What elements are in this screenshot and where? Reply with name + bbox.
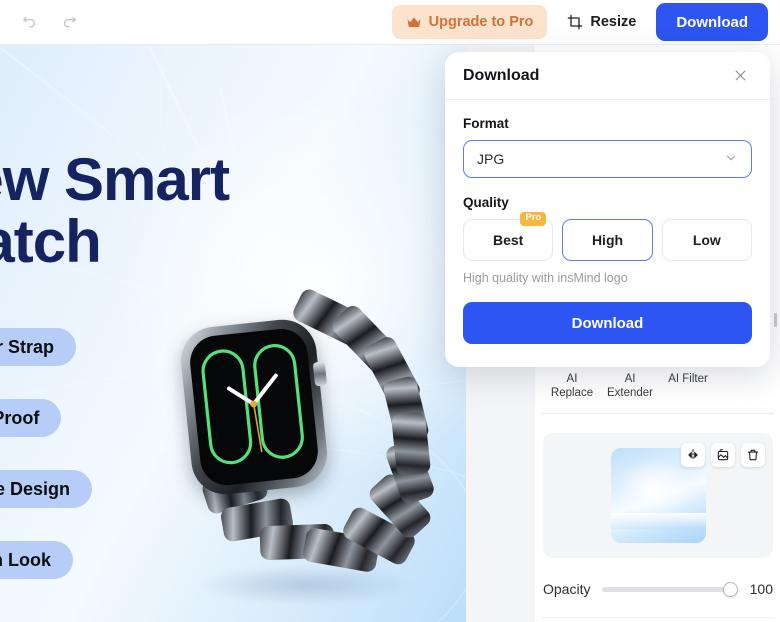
opacity-value: 100 xyxy=(749,581,773,597)
feature-pill-durable-design[interactable]: Durable Design xyxy=(0,470,93,508)
feature-pill-label: Durable Design xyxy=(0,478,71,499)
flip-horizontal-button[interactable] xyxy=(681,443,705,467)
pro-badge: Pro xyxy=(520,212,547,226)
redo-arrow-icon xyxy=(63,16,76,27)
close-modal-button[interactable] xyxy=(728,64,752,88)
watch-shadow xyxy=(196,565,416,605)
close-x-icon xyxy=(735,70,745,81)
image-thumbnail-card xyxy=(543,433,773,558)
toolbar-actions: Upgrade to Pro Resize Download xyxy=(391,3,780,41)
format-label: Format xyxy=(463,116,509,131)
download-modal-title: Download xyxy=(463,66,540,84)
quality-option-high[interactable]: High xyxy=(562,219,653,261)
ai-filter-label: AI Filter xyxy=(668,373,708,385)
download-modal: Download Format JPG Quality Pro Best Hig… xyxy=(445,52,770,367)
feature-pill-leather-strap[interactable]: Leather Strap xyxy=(0,328,77,366)
resize-button[interactable]: Resize xyxy=(557,5,646,39)
opacity-control: Opacity 100 xyxy=(543,575,773,603)
thumbnail-horizon xyxy=(610,513,706,529)
ai-replace-label: AI Replace xyxy=(550,373,594,400)
quality-option-label: Low xyxy=(692,232,721,248)
app-root: Upgrade to Pro Resize Download w Smart t… xyxy=(0,0,780,622)
format-select-value: JPG xyxy=(477,151,505,167)
replace-image-icon xyxy=(717,449,729,461)
delete-trash-icon xyxy=(747,449,759,461)
download-button-toolbar[interactable]: Download xyxy=(656,3,768,41)
quality-option-label: Best xyxy=(492,232,524,248)
delete-image-button[interactable] xyxy=(741,443,765,467)
feature-pill-label: Leather Strap xyxy=(0,336,55,357)
watch-screen xyxy=(187,326,321,488)
opacity-slider-knob[interactable] xyxy=(723,581,738,597)
replace-image-button[interactable] xyxy=(711,443,735,467)
download-button-label: Download xyxy=(676,13,748,31)
history-controls xyxy=(0,9,82,35)
download-modal-header: Download xyxy=(445,52,770,100)
opacity-slider[interactable] xyxy=(602,581,738,597)
thumbnail-actions xyxy=(681,443,765,467)
quality-label: Quality xyxy=(463,195,509,210)
watch-case xyxy=(177,316,331,498)
panel-divider-bottom xyxy=(541,617,774,618)
quality-option-best[interactable]: Pro Best xyxy=(463,212,554,261)
download-modal-body: Format JPG Quality Pro Best High Low Hig… xyxy=(445,100,770,344)
feature-pill-label: Water Proof xyxy=(0,407,40,428)
panel-divider xyxy=(541,413,774,414)
feature-pill-label: Modern Look xyxy=(0,549,51,570)
resize-label: Resize xyxy=(590,14,637,30)
format-select[interactable]: JPG xyxy=(463,140,752,178)
feature-pill-water-proof[interactable]: Water Proof xyxy=(0,399,62,437)
undo-button[interactable] xyxy=(16,9,42,35)
opacity-label: Opacity xyxy=(543,581,591,597)
watch-face-digits xyxy=(201,344,304,465)
headline-line-1: New Smart xyxy=(0,146,230,213)
crown-icon xyxy=(407,16,421,27)
panel-scrollbar[interactable] xyxy=(774,313,777,327)
redo-button[interactable] xyxy=(56,9,82,35)
watch-crown xyxy=(312,361,328,387)
ai-extender-label: AI Extender xyxy=(606,373,654,400)
undo-arrow-icon xyxy=(22,16,35,27)
top-toolbar: Upgrade to Pro Resize Download xyxy=(0,0,780,45)
chevron-down-icon xyxy=(724,151,738,168)
modal-download-label: Download xyxy=(571,314,644,332)
feature-pill-modern-look[interactable]: Modern Look xyxy=(0,541,73,579)
upgrade-to-pro-button[interactable]: Upgrade to Pro xyxy=(391,5,548,39)
upgrade-to-pro-label: Upgrade to Pro xyxy=(428,14,534,30)
canvas-headline: New Smart Watch xyxy=(0,146,230,275)
crop-frame-icon xyxy=(568,14,583,30)
headline-line-2: Watch xyxy=(0,207,102,275)
modal-download-button[interactable]: Download xyxy=(463,302,752,344)
quality-option-label: High xyxy=(591,232,624,248)
quality-hint-text: High quality with insMind logo xyxy=(463,271,628,285)
design-canvas[interactable]: New Smart Watch Leather Strap Water Proo… xyxy=(0,45,466,622)
quality-option-low[interactable]: Low xyxy=(661,219,752,261)
flip-horizontal-icon xyxy=(688,449,698,461)
quality-options-group: Pro Best High Low xyxy=(463,212,752,261)
smartwatch-product-image[interactable] xyxy=(168,286,438,622)
